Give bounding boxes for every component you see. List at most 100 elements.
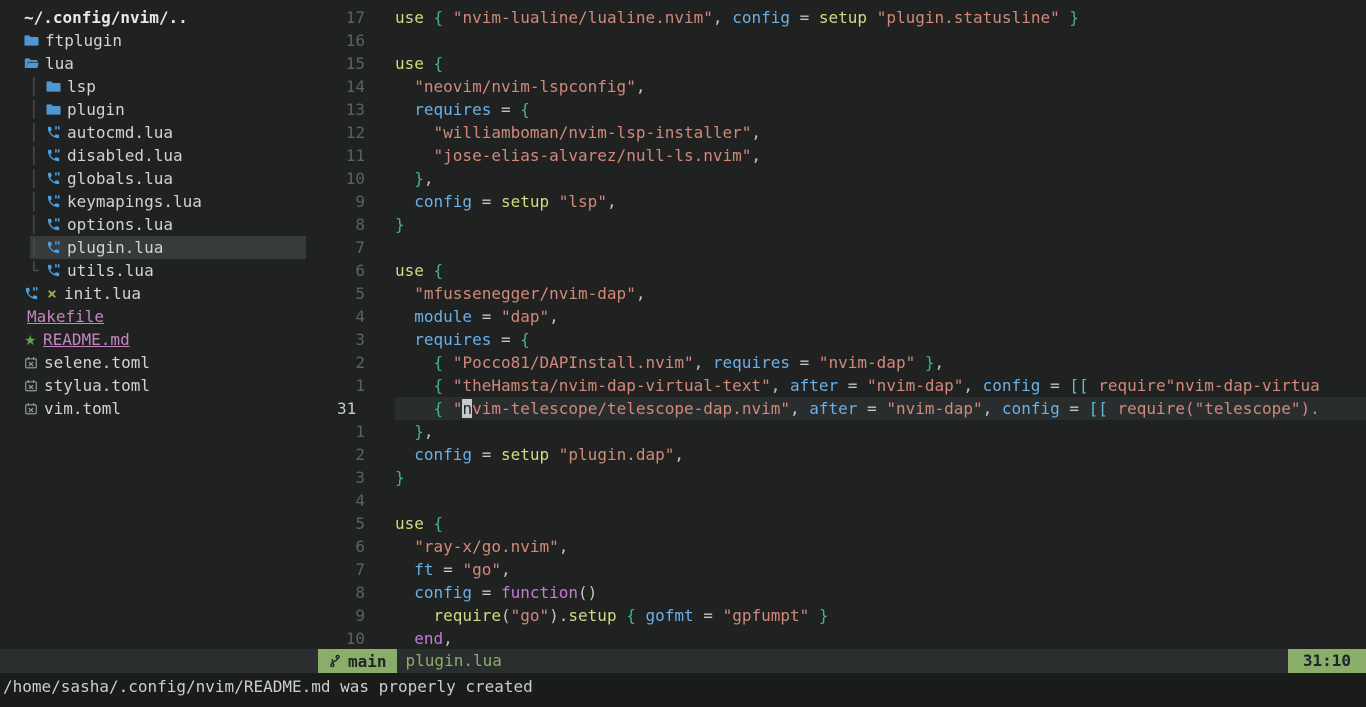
indent-guide: │ xyxy=(29,121,39,144)
code-text: end, xyxy=(395,627,1366,649)
code-token: = xyxy=(472,583,501,602)
code-line[interactable]: 8} xyxy=(310,213,1366,236)
tree-item-label: disabled.lua xyxy=(67,146,183,165)
code-token: , xyxy=(424,422,434,441)
code-line[interactable]: 9 require("go").setup { gofmt = "gpfumpt… xyxy=(310,604,1366,627)
code-token: } xyxy=(414,422,424,441)
line-number: 14 xyxy=(310,75,395,98)
code-token xyxy=(1060,8,1070,27)
code-token: "nvim-dap" xyxy=(819,353,915,372)
code-text: "williamboman/nvim-lsp-installer", xyxy=(395,121,1366,144)
tree-item-ftplugin[interactable]: ftplugin xyxy=(0,29,310,52)
editor-buffer[interactable]: 17use { "nvim-lualine/lualine.nvim", con… xyxy=(310,0,1366,649)
code-line[interactable]: 8 config = function() xyxy=(310,581,1366,604)
code-text: use { xyxy=(395,52,1366,75)
tree-item-plugin[interactable]: │plugin xyxy=(0,98,310,121)
code-token xyxy=(549,445,559,464)
tree-item-vim.toml[interactable]: vim.toml xyxy=(0,397,310,420)
code-token xyxy=(809,606,819,625)
tree-item-disabled.lua[interactable]: │disabled.lua xyxy=(0,144,310,167)
code-line[interactable]: 5use { xyxy=(310,512,1366,535)
code-line[interactable]: 1 }, xyxy=(310,420,1366,443)
code-token xyxy=(443,353,453,372)
code-line[interactable]: 7 ft = "go", xyxy=(310,558,1366,581)
lua-file-icon xyxy=(46,213,61,236)
code-line[interactable]: 11 "jose-elias-alvarez/null-ls.nvim", xyxy=(310,144,1366,167)
code-line[interactable]: 3 requires = { xyxy=(310,328,1366,351)
code-token: "mfussenegger/nvim-dap" xyxy=(414,284,636,303)
nvim-window: ~/.config/nvim/.. ftpluginlua│lsp│plugin… xyxy=(0,0,1366,649)
code-line[interactable]: 6use { xyxy=(310,259,1366,282)
code-text: use { "nvim-lualine/lualine.nvim", confi… xyxy=(395,6,1366,29)
code-line[interactable]: 15use { xyxy=(310,52,1366,75)
code-line[interactable]: 2 { "Pocco81/DAPInstall.nvim", requires … xyxy=(310,351,1366,374)
tree-item-label: init.lua xyxy=(64,284,141,303)
code-line[interactable]: 3} xyxy=(310,466,1366,489)
code-text: "neovim/nvim-lspconfig", xyxy=(395,75,1366,98)
line-number: 31 xyxy=(310,397,395,420)
code-line[interactable]: 10 }, xyxy=(310,167,1366,190)
code-token: , xyxy=(963,376,982,395)
code-text: use { xyxy=(395,512,1366,535)
code-token: , xyxy=(636,284,646,303)
code-token: after xyxy=(790,376,838,395)
code-token: = xyxy=(491,100,520,119)
tree-item-label: keymapings.lua xyxy=(67,192,202,211)
indent-guide: └ xyxy=(29,259,39,282)
code-token: "nvim-lualine/lualine.nvim" xyxy=(453,8,713,27)
code-line[interactable]: 12 "williamboman/nvim-lsp-installer", xyxy=(310,121,1366,144)
cursor-position: 31:10 xyxy=(1288,649,1366,673)
code-line[interactable]: 9 config = setup "lsp", xyxy=(310,190,1366,213)
code-line[interactable]: 2 config = setup "plugin.dap", xyxy=(310,443,1366,466)
code-line[interactable]: 7 xyxy=(310,236,1366,259)
code-line[interactable]: 14 "neovim/nvim-lspconfig", xyxy=(310,75,1366,98)
code-token: "nvim-dap" xyxy=(867,376,963,395)
code-line[interactable]: 6 "ray-x/go.nvim", xyxy=(310,535,1366,558)
code-token: end xyxy=(414,629,443,648)
code-line-current[interactable]: 31 { "nvim-telescope/telescope-dap.nvim"… xyxy=(310,397,1366,420)
tree-item-lua[interactable]: lua xyxy=(0,52,310,75)
code-text: } xyxy=(395,213,1366,236)
code-line[interactable]: 1 { "theHamsta/nvim-dap-virtual-text", a… xyxy=(310,374,1366,397)
git-branch-segment[interactable]: main xyxy=(318,649,397,673)
lua-file-icon xyxy=(46,190,61,213)
tree-item-stylua.toml[interactable]: stylua.toml xyxy=(0,374,310,397)
code-line[interactable]: 16 xyxy=(310,29,1366,52)
code-token: } xyxy=(819,606,829,625)
line-number: 11 xyxy=(310,144,395,167)
line-number: 4 xyxy=(310,489,395,512)
tree-item-options.lua[interactable]: │options.lua xyxy=(0,213,310,236)
code-token: , xyxy=(607,192,617,211)
code-token: = xyxy=(491,330,520,349)
lua-file-icon xyxy=(46,259,61,282)
code-line[interactable]: 5 "mfussenegger/nvim-dap", xyxy=(310,282,1366,305)
tree-item-label: ftplugin xyxy=(45,31,122,50)
tree-item-globals.lua[interactable]: │globals.lua xyxy=(0,167,310,190)
code-token: setup xyxy=(568,606,616,625)
code-text: "jose-elias-alvarez/null-ls.nvim", xyxy=(395,144,1366,167)
code-line[interactable]: 13 requires = { xyxy=(310,98,1366,121)
tree-item-autocmd.lua[interactable]: │autocmd.lua xyxy=(0,121,310,144)
code-token xyxy=(549,192,559,211)
code-token xyxy=(395,77,414,96)
code-token xyxy=(395,583,414,602)
tree-item-init.lua[interactable]: ×init.lua xyxy=(0,282,310,305)
indent-guide: │ xyxy=(29,98,39,121)
lua-file-icon xyxy=(46,121,61,144)
line-number: 1 xyxy=(310,420,395,443)
tree-item-selene.toml[interactable]: selene.toml xyxy=(0,351,310,374)
code-line[interactable]: 4 xyxy=(310,489,1366,512)
code-token xyxy=(395,537,414,556)
code-line[interactable]: 4 module = "dap", xyxy=(310,305,1366,328)
tree-item-Makefile[interactable]: Makefile xyxy=(0,305,310,328)
tree-item-lsp[interactable]: │lsp xyxy=(0,75,310,98)
code-token xyxy=(424,261,434,280)
tree-item-keymapings.lua[interactable]: │keymapings.lua xyxy=(0,190,310,213)
tree-item-utils.lua[interactable]: └utils.lua xyxy=(0,259,310,282)
line-number: 17 xyxy=(310,6,395,29)
code-line[interactable]: 10 end, xyxy=(310,627,1366,649)
code-line[interactable]: 17use { "nvim-lualine/lualine.nvim", con… xyxy=(310,6,1366,29)
tree-item-README.md[interactable]: ★README.md xyxy=(0,328,310,351)
tree-item-plugin.lua[interactable]: │plugin.lua xyxy=(0,236,310,259)
code-token: = xyxy=(434,560,463,579)
